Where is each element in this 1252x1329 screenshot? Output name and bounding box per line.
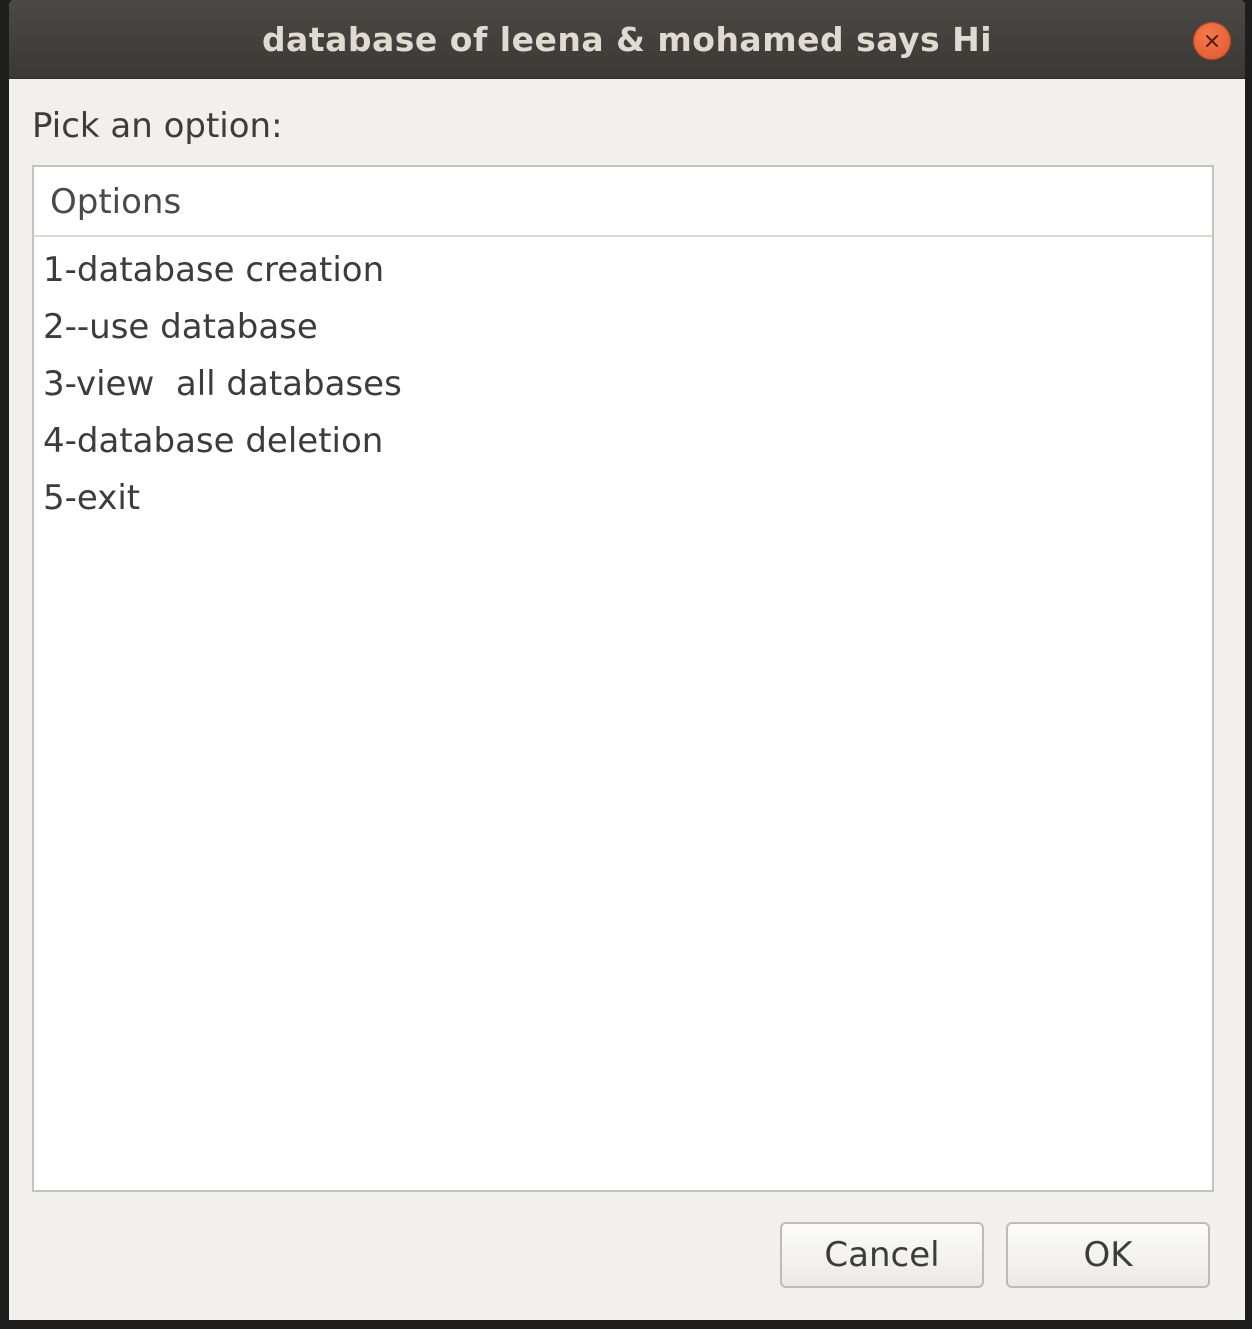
options-list[interactable]: Options 1-database creation 2--use datab… bbox=[32, 165, 1214, 1192]
prompt-label: Pick an option: bbox=[32, 106, 283, 146]
ok-button[interactable]: OK bbox=[1006, 1222, 1210, 1288]
title-bar[interactable]: database of leena & mohamed says Hi bbox=[9, 0, 1245, 79]
dialog-window: database of leena & mohamed says Hi Pick… bbox=[9, 0, 1245, 1320]
close-button[interactable] bbox=[1193, 22, 1231, 60]
list-item[interactable]: 1-database creation bbox=[34, 242, 1212, 299]
list-item[interactable]: 2--use database bbox=[34, 299, 1212, 356]
column-header-options[interactable]: Options bbox=[34, 167, 1212, 237]
window-title: database of leena & mohamed says Hi bbox=[261, 20, 993, 59]
list-rows: 1-database creation 2--use database 3-vi… bbox=[34, 237, 1212, 527]
list-item[interactable]: 5-exit bbox=[34, 470, 1212, 527]
cancel-button[interactable]: Cancel bbox=[780, 1222, 984, 1288]
list-item[interactable]: 4-database deletion bbox=[34, 413, 1212, 470]
close-icon bbox=[1206, 35, 1218, 47]
list-item[interactable]: 3-view all databases bbox=[34, 356, 1212, 413]
